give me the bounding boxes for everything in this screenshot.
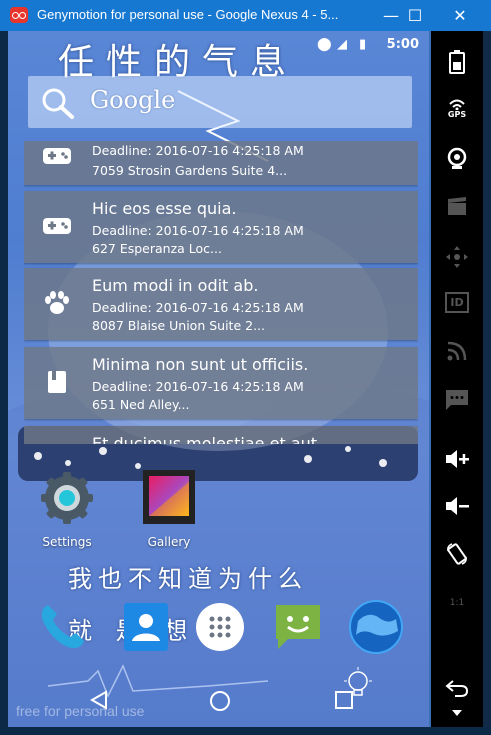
title-bar[interactable]: Genymotion for personal use - Google Nex… [0,0,491,31]
window-title: Genymotion for personal use - Google Nex… [37,7,339,22]
camera-widget-button[interactable] [431,139,483,179]
rotate-screen-icon [447,543,467,565]
toolbar-scroll-down-button[interactable] [431,701,483,725]
scale-label: 1:1 [449,598,465,608]
browser-globe-icon [349,600,403,654]
battery-icon: ▮ [359,37,367,52]
volume-up-icon [446,450,469,468]
status-clock: 5:00 [386,37,419,52]
status-bar: ⬤ ◢ ▮ 5:00 [289,31,429,59]
browser-app[interactable] [348,599,404,655]
task-title: Et ducimus molestiae et aut [92,434,318,444]
pixel-perfect-button[interactable]: 1:1 [431,583,483,623]
dpad-widget-button[interactable] [431,237,483,277]
webcam-icon [447,147,467,169]
app-drawer-icon [196,603,244,651]
close-button[interactable]: ✕ [440,0,480,31]
task-card[interactable]: Hic eos esse quia. Deadline: 2016-07-16 … [24,191,418,263]
messaging-app[interactable] [270,599,326,655]
gps-signal-icon [449,99,465,110]
phone-icon [41,605,84,649]
task-card[interactable]: Minima non sunt ut officiis. Deadline: 2… [24,347,418,419]
navigation-bar [8,667,429,727]
cast-widget-button[interactable] [431,331,483,371]
phone-app[interactable] [34,599,90,655]
contacts-app[interactable] [118,599,174,655]
settings-app[interactable]: Settings [27,468,107,549]
task-deadline: Deadline: 2016-07-16 4:25:18 AM [92,223,304,238]
capture-widget-button[interactable] [431,186,483,226]
gps-label: GPS [447,109,467,119]
messaging-icon [276,605,320,649]
desktop-edge-left [0,31,8,727]
rotate-button[interactable] [431,534,483,574]
book-icon [48,371,66,393]
home-icon[interactable] [208,689,232,713]
task-title: Minima non sunt ut officiis. [92,355,309,374]
gallery-app[interactable]: Gallery [129,468,209,549]
gps-widget-button[interactable]: GPS [431,88,483,128]
volume-down-icon [446,497,469,515]
signal-icon: ◢ [337,37,347,52]
task-address: 8087 Blaise Union Suite 2... [92,318,265,333]
battery-icon [449,50,465,74]
paw-icon [45,291,69,314]
android-screen[interactable]: 任性的气息 ⬤ ◢ ▮ 5:00 Google Deadline: 2016-0… [8,31,429,727]
desktop-edge-bottom [0,727,491,735]
task-card[interactable]: Eum modi in odit ab. Deadline: 2016-07-1… [24,268,418,340]
contacts-icon [124,603,168,651]
app-drawer-button[interactable] [192,599,248,655]
caret-down-icon [452,710,462,716]
device-id-widget-button[interactable]: ID [431,282,483,322]
gallery-label: Gallery [147,535,191,549]
task-title: Eum modi in odit ab. [92,276,259,295]
emulator-window: Genymotion for personal use - Google Nex… [0,0,491,735]
gamepad-icon [43,148,71,164]
genymotion-logo-icon [10,7,28,23]
sms-widget-button[interactable] [431,380,483,420]
google-search-bar[interactable]: Google [28,76,412,128]
task-list-widget[interactable]: Deadline: 2016-07-16 4:25:18 AM 7059 Str… [24,141,418,444]
dpad-icon [446,246,468,268]
task-deadline: Deadline: 2016-07-16 4:25:18 AM [92,300,304,315]
location-icon: ⬤ [317,37,332,52]
wallpaper-middle-text: 我也不知道为什么 [68,565,308,593]
settings-gear-icon [41,472,93,524]
rss-cast-icon [447,341,467,361]
task-address: 627 Esperanza Loc... [92,241,222,256]
task-address: 7059 Strosin Gardens Suite 4... [92,163,288,178]
lightbulb-icon [344,667,372,696]
emulator-toolbar: GPS ID 1:1 [431,31,483,727]
task-deadline: Deadline: 2016-07-16 4:25:18 AM [92,143,304,158]
sms-icon [446,390,468,410]
task-card[interactable]: Et ducimus molestiae et aut [24,426,418,444]
maximize-button[interactable]: ☐ [395,0,435,31]
gallery-icon [143,470,195,524]
return-arrow-icon [445,680,469,697]
search-icon [42,88,74,119]
task-deadline: Deadline: 2016-07-16 4:25:18 AM [92,379,304,394]
id-icon: ID [445,291,469,313]
task-title: Hic eos esse quia. [92,199,237,218]
clapperboard-icon [448,197,466,215]
task-card[interactable]: Deadline: 2016-07-16 4:25:18 AM 7059 Str… [24,141,418,185]
gamepad-icon [43,218,71,234]
desktop-edge-right [483,31,491,727]
volume-down-button[interactable] [431,486,483,526]
personal-use-watermark: free for personal use [16,703,145,719]
google-logo-text: Google [90,86,176,114]
settings-label: Settings [42,535,92,549]
volume-up-button[interactable] [431,439,483,479]
task-address: 651 Ned Alley... [92,397,190,412]
battery-widget-button[interactable] [431,42,483,82]
